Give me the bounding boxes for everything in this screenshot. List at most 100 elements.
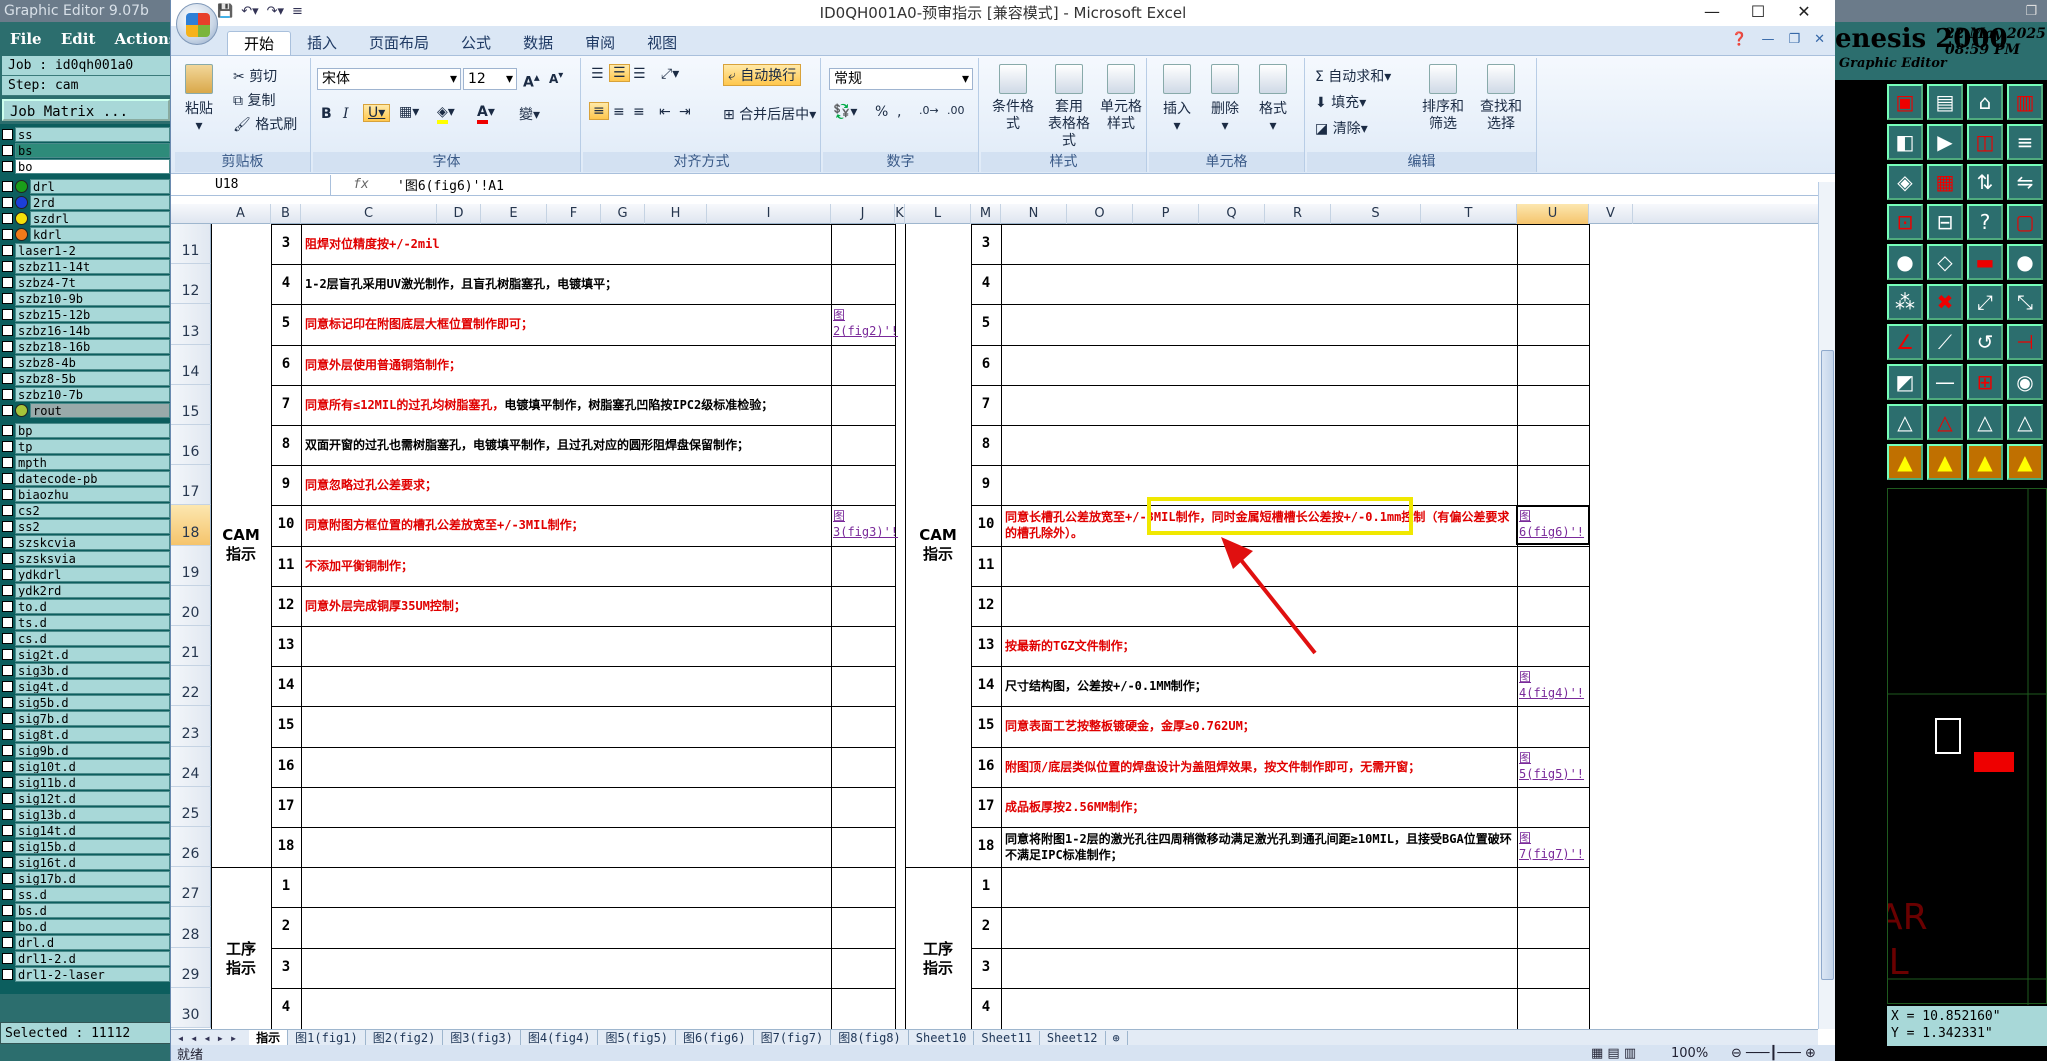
layer-name[interactable]: cs2 bbox=[15, 502, 170, 518]
row-header[interactable]: 27 bbox=[171, 867, 211, 908]
layer-name[interactable]: sig14t.d bbox=[15, 822, 170, 838]
layer-row[interactable]: sig9b.d bbox=[2, 742, 170, 758]
name-box[interactable]: U18 bbox=[171, 174, 331, 195]
column-header[interactable]: F bbox=[547, 204, 601, 224]
item-text[interactable]: 不添加平衡铜制作； bbox=[305, 558, 413, 574]
layer-name[interactable]: sig11b.d bbox=[15, 774, 170, 790]
column-header[interactable]: E bbox=[481, 204, 547, 224]
tab-page-layout[interactable]: 页面布局 bbox=[353, 31, 445, 55]
column-header[interactable]: B bbox=[271, 204, 301, 224]
layer-color-dot[interactable] bbox=[15, 403, 28, 417]
tool-button[interactable]: ⇅ bbox=[1967, 164, 2003, 200]
layer-row[interactable]: bo.d bbox=[2, 918, 170, 934]
layer-row[interactable]: szbz4-7t bbox=[2, 274, 170, 290]
layer-name[interactable]: bs.d bbox=[15, 902, 170, 918]
layer-row[interactable]: kdrl bbox=[2, 226, 170, 242]
layer-row[interactable]: bp bbox=[2, 422, 170, 438]
layer-color-dot[interactable] bbox=[15, 179, 28, 193]
layer-name[interactable]: bo.d bbox=[15, 918, 170, 934]
item-text[interactable]: 阻焊对位精度按+/-2mil bbox=[305, 236, 440, 252]
layer-row[interactable]: szbz8-5b bbox=[2, 370, 170, 386]
fx-icon[interactable]: fx bbox=[331, 177, 391, 192]
layer-checkbox[interactable] bbox=[2, 488, 13, 500]
sheet-tab[interactable]: 图6(fig6) bbox=[676, 1030, 754, 1045]
hyperlink-cell[interactable]: 图 4(fig4)'! bbox=[1519, 669, 1584, 701]
tab-formulas[interactable]: 公式 bbox=[445, 31, 507, 55]
layer-name[interactable]: szbz8-4b bbox=[15, 354, 170, 370]
row-header[interactable]: 23 bbox=[171, 706, 211, 747]
layer-row[interactable]: sig7b.d bbox=[2, 710, 170, 726]
doc-close-icon[interactable]: ✕ bbox=[1814, 32, 1825, 47]
item-text[interactable]: 同意忽略过孔公差要求； bbox=[305, 477, 437, 493]
layer-checkbox[interactable] bbox=[2, 952, 13, 964]
format-cells-button[interactable]: 格式 ▾ bbox=[1253, 64, 1293, 134]
tool-button[interactable]: ● bbox=[2007, 244, 2043, 280]
layer-name[interactable]: drl.d bbox=[15, 934, 170, 950]
autosum-button[interactable]: Σ 自动求和▾ bbox=[1315, 66, 1391, 86]
layer-name[interactable]: sig5b.d bbox=[15, 694, 170, 710]
tool-button[interactable]: — bbox=[1927, 364, 1963, 400]
tool-button[interactable]: ⊡ bbox=[1887, 204, 1923, 240]
item-text[interactable]: 尺寸结构图，公差按+/-0.1MM制作； bbox=[1005, 678, 1207, 694]
row-header[interactable]: 13 bbox=[171, 304, 211, 345]
paste-button[interactable]: 粘贴 ▾ bbox=[185, 64, 213, 134]
column-header[interactable]: N bbox=[1001, 204, 1067, 224]
layer-row[interactable]: szsksvia bbox=[2, 550, 170, 566]
layer-name[interactable]: szbz15-12b bbox=[15, 306, 170, 322]
help-icon[interactable]: ❓ bbox=[1731, 32, 1747, 47]
item-text[interactable]: 同意标记印在附图底层大框位置制作即可； bbox=[305, 316, 533, 332]
layer-checkbox[interactable] bbox=[2, 276, 13, 288]
row-header[interactable]: 22 bbox=[171, 666, 211, 707]
layer-row[interactable]: sig4t.d bbox=[2, 678, 170, 694]
layer-name[interactable]: bs bbox=[15, 142, 170, 158]
layer-row[interactable]: sig11b.d bbox=[2, 774, 170, 790]
layer-checkbox[interactable] bbox=[2, 680, 13, 692]
fill-color-button[interactable]: ◈▾ bbox=[437, 104, 455, 124]
layer-checkbox[interactable] bbox=[2, 920, 13, 932]
column-header[interactable]: U bbox=[1517, 204, 1589, 224]
layer-row[interactable]: ss2 bbox=[2, 518, 170, 534]
layer-row[interactable]: ss.d bbox=[2, 886, 170, 902]
column-header[interactable]: T bbox=[1421, 204, 1517, 224]
layer-row[interactable]: sig14t.d bbox=[2, 822, 170, 838]
conditional-format-button[interactable]: 条件格式 bbox=[987, 64, 1039, 133]
minimize-button[interactable]: — bbox=[1689, 0, 1735, 24]
layer-name[interactable]: sig15b.d bbox=[15, 838, 170, 854]
layer-checkbox[interactable] bbox=[2, 356, 13, 368]
tool-button[interactable]: ∠ bbox=[1887, 324, 1923, 360]
layer-color-dot[interactable] bbox=[15, 211, 28, 225]
tool-button[interactable]: ↺ bbox=[1967, 324, 2003, 360]
borders-button[interactable]: ▦▾ bbox=[399, 104, 419, 120]
align-top-button[interactable]: ☰ bbox=[591, 66, 604, 82]
align-right-button[interactable]: ≡ bbox=[633, 104, 645, 120]
menu-file[interactable]: File bbox=[10, 30, 42, 48]
item-text[interactable]: 同意将附图1-2层的激光孔往四周稍微移动满足激光孔到通孔间距≥10MIL，且接受… bbox=[1005, 831, 1513, 863]
column-header[interactable]: O bbox=[1067, 204, 1133, 224]
increase-indent-button[interactable]: ⇥ bbox=[679, 104, 691, 120]
hyperlink-cell[interactable]: 图 7(fig7)'! bbox=[1519, 830, 1584, 862]
sheet-tab[interactable]: Sheet10 bbox=[909, 1030, 975, 1045]
layer-row[interactable]: laser1-2 bbox=[2, 242, 170, 258]
fill-button[interactable]: ⬇ 填充▾ bbox=[1315, 92, 1366, 112]
layer-name[interactable]: kdrl bbox=[30, 226, 170, 242]
layer-checkbox[interactable] bbox=[2, 424, 13, 436]
tool-button[interactable]: ▢ bbox=[2007, 204, 2043, 240]
layer-name[interactable]: ydk2rd bbox=[15, 582, 170, 598]
layer-name[interactable]: bp bbox=[15, 422, 170, 438]
layer-row[interactable]: biaozhu bbox=[2, 486, 170, 502]
row-header[interactable]: 20 bbox=[171, 585, 211, 626]
cell-area[interactable]: CAM 指示 工序 指示 CAM 指示 工序 指示 3 阻焊对位精度按+/-2mil 4 1-… bbox=[211, 224, 1818, 1029]
layer-row[interactable]: ydk2rd bbox=[2, 582, 170, 598]
layer-checkbox[interactable] bbox=[2, 440, 13, 452]
layer-checkbox[interactable] bbox=[2, 260, 13, 272]
layer-name[interactable]: sig2t.d bbox=[15, 646, 170, 662]
tool-button[interactable]: ≡ bbox=[2007, 124, 2043, 160]
tool-button[interactable]: ? bbox=[1967, 204, 2003, 240]
layer-checkbox[interactable] bbox=[2, 292, 13, 304]
layer-checkbox[interactable] bbox=[2, 744, 13, 756]
layer-checkbox[interactable] bbox=[2, 536, 13, 548]
layer-row[interactable]: cs2 bbox=[2, 502, 170, 518]
layer-name[interactable]: szsksvia bbox=[15, 550, 170, 566]
tool-button[interactable]: ◉ bbox=[2007, 364, 2043, 400]
layer-name[interactable]: sig9b.d bbox=[15, 742, 170, 758]
